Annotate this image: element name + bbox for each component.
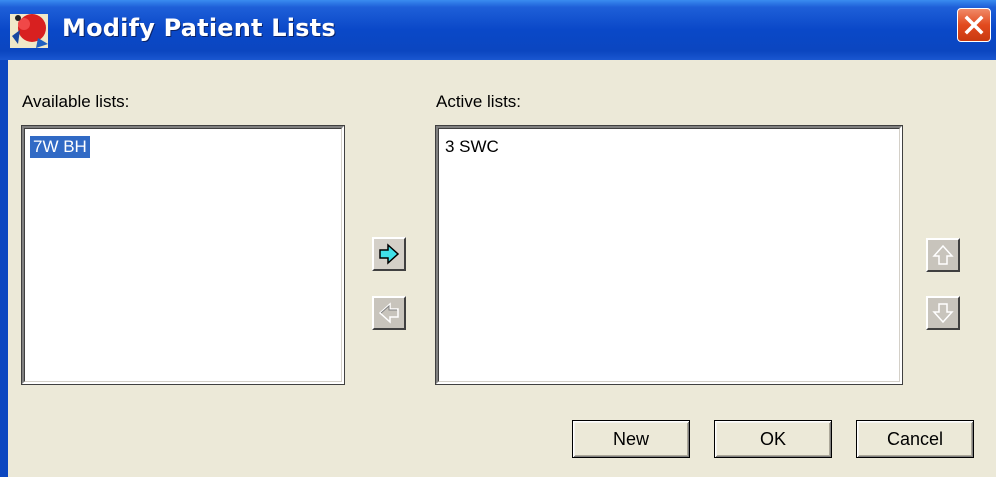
arrow-left-icon: [378, 302, 399, 324]
ok-button[interactable]: OK: [714, 420, 832, 458]
available-lists-label: Available lists:: [22, 92, 130, 111]
move-down-button[interactable]: [926, 296, 960, 330]
arrow-right-icon: [379, 243, 400, 265]
active-lists-label: Active lists:: [436, 92, 522, 111]
modify-patient-lists-dialog: Modify Patient Lists Available lists: 7W…: [0, 0, 996, 477]
title-bar[interactable]: Modify Patient Lists: [0, 0, 996, 60]
list-item[interactable]: 7W BH: [29, 135, 91, 159]
app-icon: [8, 10, 52, 52]
active-lists-listbox[interactable]: 3 SWC: [435, 125, 903, 385]
close-icon: [964, 15, 984, 35]
window-border: [0, 60, 8, 477]
window-title: Modify Patient Lists: [62, 14, 336, 42]
close-button[interactable]: [957, 8, 991, 42]
arrow-down-icon: [932, 303, 954, 324]
move-up-button[interactable]: [926, 238, 960, 272]
new-button[interactable]: New: [572, 420, 690, 458]
arrow-up-icon: [932, 244, 954, 265]
available-lists-listbox[interactable]: 7W BH: [21, 125, 345, 385]
move-right-button[interactable]: [372, 237, 406, 271]
list-item[interactable]: 3 SWC: [442, 136, 502, 158]
move-left-button[interactable]: [372, 296, 406, 330]
cancel-button[interactable]: Cancel: [856, 420, 974, 458]
